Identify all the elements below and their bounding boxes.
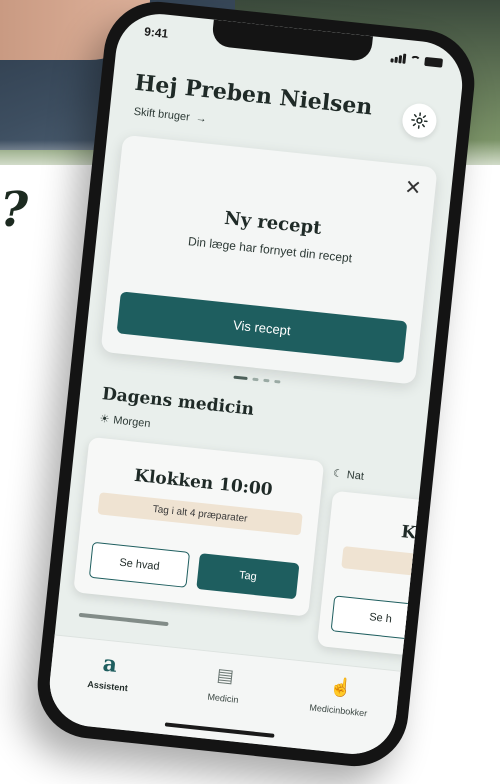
hand-pointer-icon: ☝ <box>328 676 353 700</box>
tab-label: Assistent <box>86 679 129 694</box>
morning-label: ☀ Morgen <box>99 412 151 430</box>
tab-label: Medicinbokker <box>308 702 368 719</box>
wifi-icon <box>409 55 422 65</box>
background-headline-fragment: ? <box>0 182 29 238</box>
next-section-peek <box>78 612 169 627</box>
gear-icon <box>411 112 428 129</box>
night-label: ☾ Nat <box>332 467 364 483</box>
carousel-dot-active <box>232 375 248 381</box>
tab-bar: a Assistent ▤ Medicin ☝ Medicinbokker <box>45 634 401 759</box>
morning-label-text: Morgen <box>112 413 152 430</box>
status-time: 9:41 <box>143 24 169 41</box>
see-what-button[interactable]: Se hvad <box>88 541 191 588</box>
phone-mockup: 9:41 Hej Preben Nielsen Skift bruger → ✕… <box>32 0 480 772</box>
new-prescription-card: ✕ Ny recept Din læge har fornyet din rec… <box>100 134 438 385</box>
medicine-time-next: K <box>400 522 418 544</box>
settings-button[interactable] <box>400 101 439 140</box>
switch-user-link[interactable]: Skift bruger → <box>133 106 207 126</box>
see-what-button-next[interactable]: Se h <box>330 595 414 640</box>
tab-label: Medicin <box>207 691 239 705</box>
take-button[interactable]: Tag <box>196 553 300 600</box>
sun-icon: ☀ <box>98 412 110 426</box>
show-prescription-button[interactable]: Vis recept <box>116 291 408 364</box>
switch-user-label: Skift bruger <box>133 105 191 124</box>
tab-assistant[interactable]: a Assistent <box>58 649 155 733</box>
carousel-dot <box>251 377 259 382</box>
carousel-dot <box>273 379 280 384</box>
status-icons <box>390 52 444 68</box>
close-icon[interactable]: ✕ <box>403 175 422 202</box>
night-label-text: Nat <box>346 468 365 483</box>
medicine-card-next: K Se h <box>316 490 467 661</box>
tab-medicine-boxes[interactable]: ☝ Medicinbokker <box>289 673 386 757</box>
medicine-card: Klokken 10:00 Tag i alt 4 præparater Se … <box>73 436 325 617</box>
phone-frame: 9:41 Hej Preben Nielsen Skift bruger → ✕… <box>32 0 480 772</box>
phone-screen: 9:41 Hej Preben Nielsen Skift bruger → ✕… <box>45 9 467 759</box>
medicine-count-badge-next <box>341 546 467 581</box>
signal-icon <box>390 52 407 64</box>
medicine-box-icon: ▤ <box>215 664 235 688</box>
battery-icon <box>424 56 444 68</box>
assistant-icon: a <box>101 650 119 678</box>
carousel-dot <box>262 378 270 383</box>
moon-icon: ☾ <box>332 467 344 481</box>
arrow-right-icon: → <box>195 112 208 126</box>
